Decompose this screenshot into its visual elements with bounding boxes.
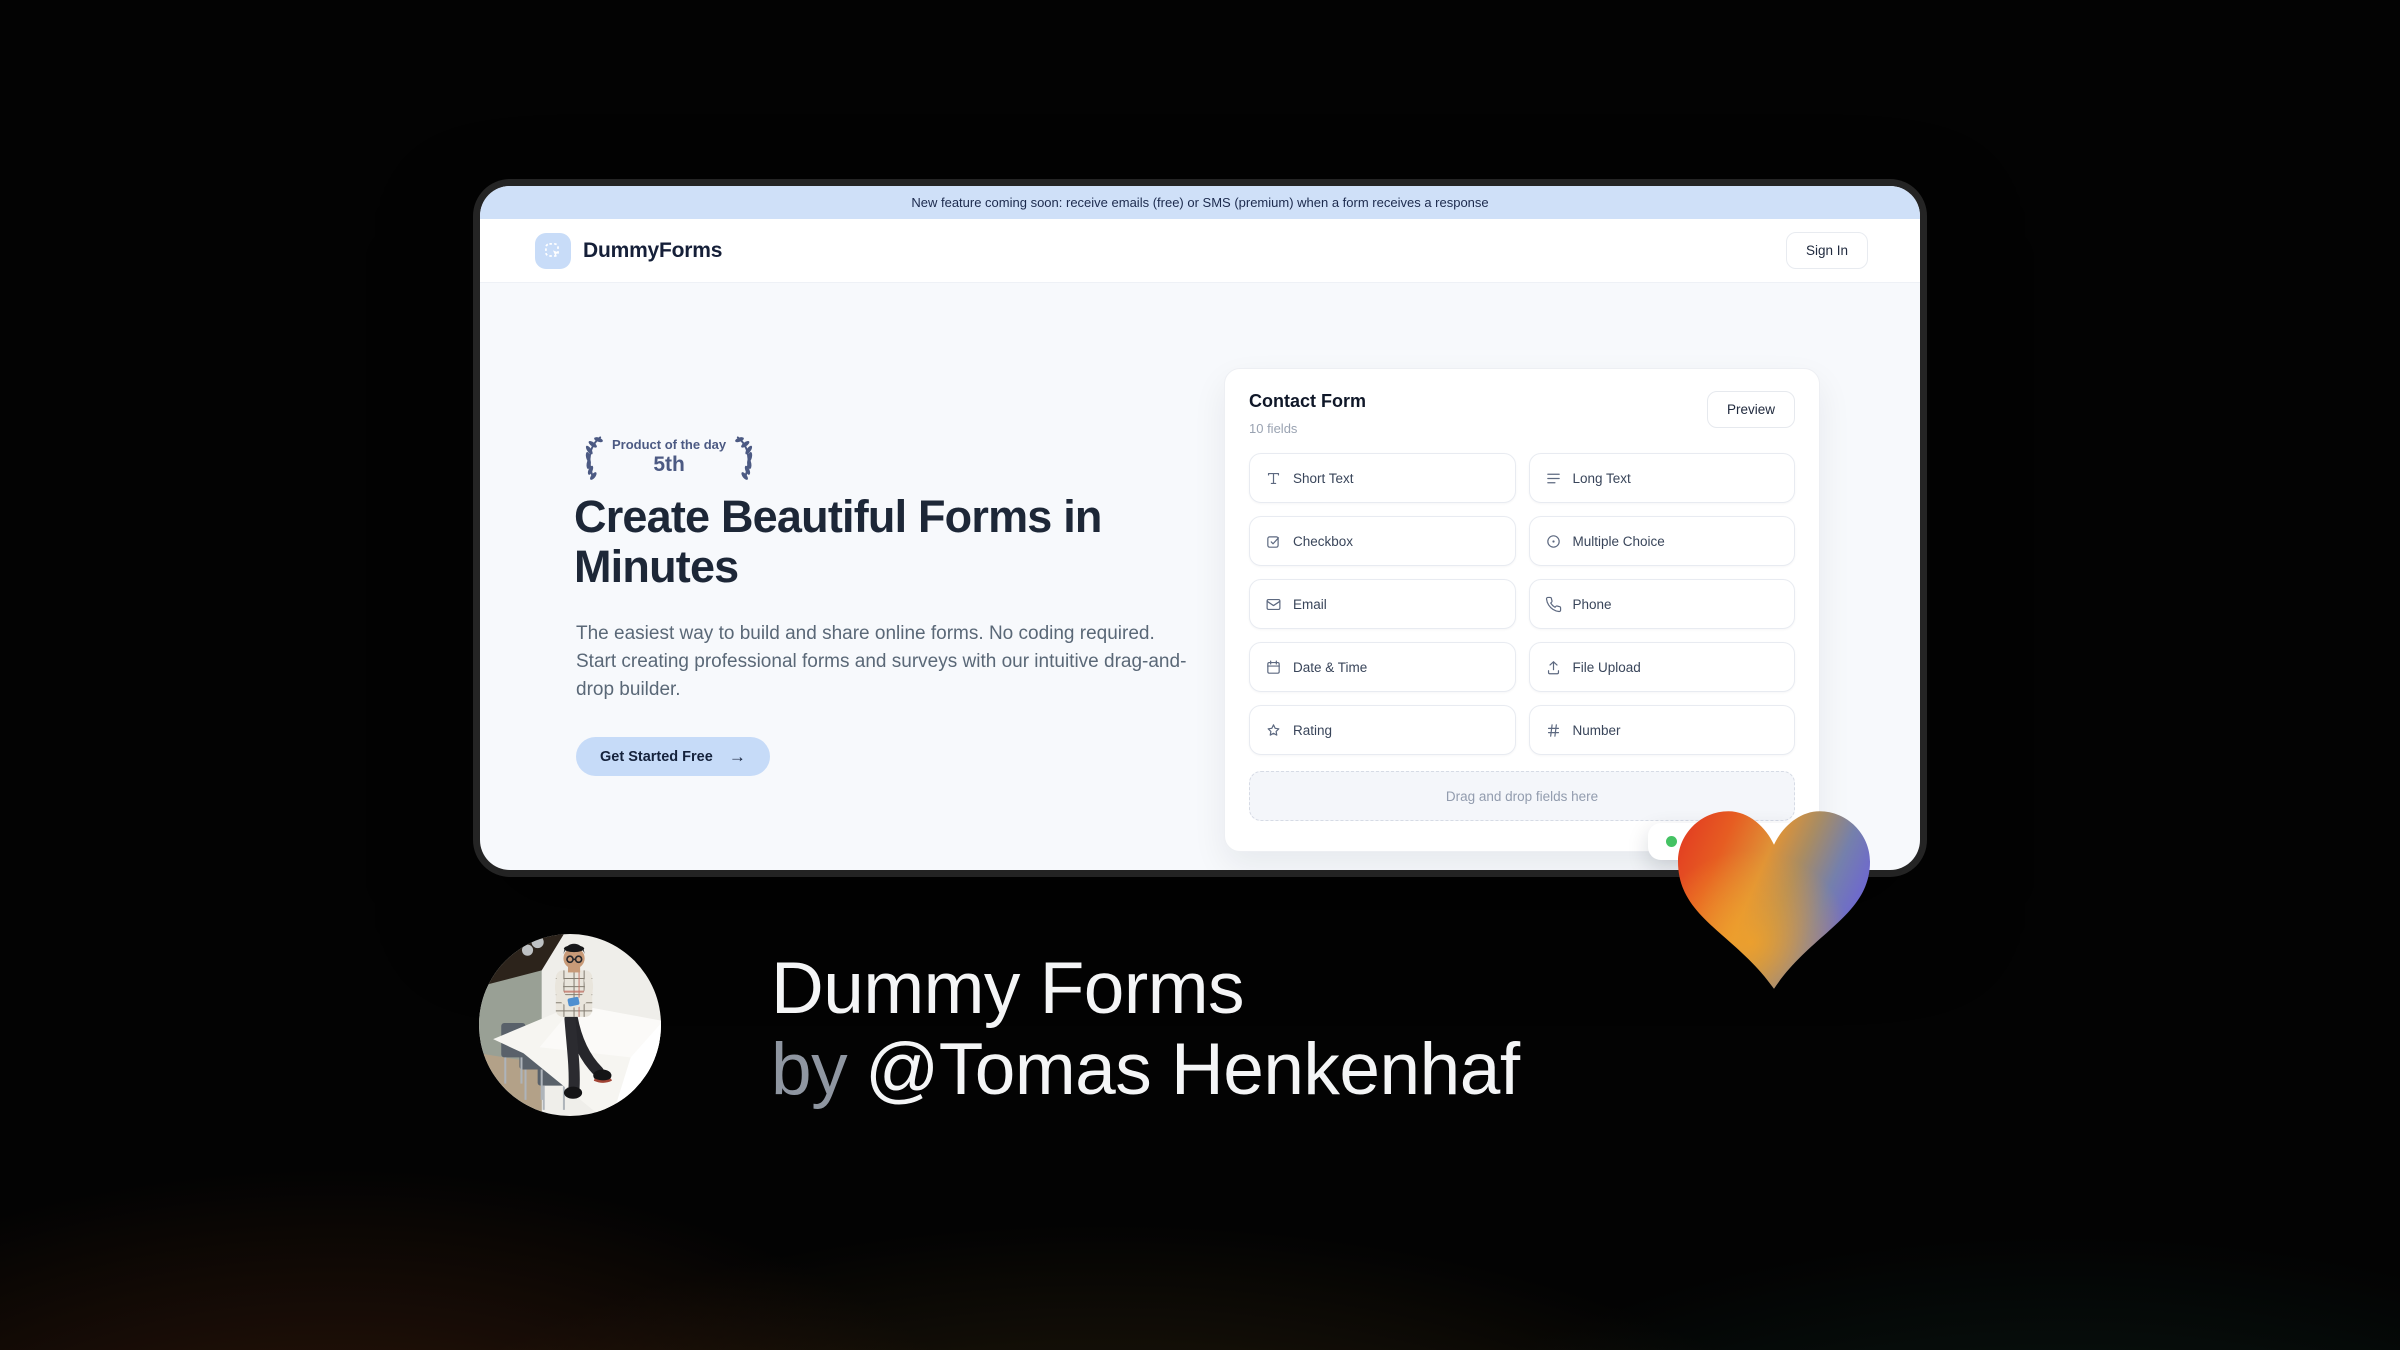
checkbox-icon [1267, 535, 1280, 548]
field-label: Short Text [1293, 470, 1354, 486]
upload-icon [1547, 660, 1559, 674]
hash-icon [1547, 723, 1559, 737]
caption-product-name: Dummy Forms [771, 948, 1245, 1029]
get-started-label: Get Started Free [600, 748, 713, 765]
field-type-short-text[interactable]: Short Text [1249, 453, 1516, 503]
envelope-icon [1266, 598, 1281, 610]
form-builder-card: Contact Form 10 fields Preview Short Tex… [1224, 368, 1820, 852]
gradient-heart-icon [1678, 811, 1870, 989]
announcement-banner: New feature coming soon: receive emails … [480, 186, 1920, 219]
award-rank: 5th [653, 453, 685, 476]
field-type-email[interactable]: Email [1249, 579, 1516, 629]
brand: DummyForms [535, 232, 723, 269]
dropzone-text: Drag and drop fields here [1445, 788, 1599, 804]
field-type-rating[interactable]: Rating [1249, 705, 1516, 755]
award-text: Product of the day 5th [612, 437, 726, 477]
field-label: Multiple Choice [1572, 533, 1665, 549]
hero-description: The easiest way to build and share onlin… [576, 623, 1187, 700]
sign-in-button[interactable]: Sign In [1785, 232, 1868, 269]
field-label: Long Text [1572, 470, 1631, 486]
field-type-long-text[interactable]: Long Text [1528, 453, 1795, 503]
field-label: Email [1293, 596, 1327, 612]
laurel-left-icon [585, 436, 603, 480]
type-icon [1267, 472, 1280, 484]
phone-icon [1545, 596, 1561, 612]
avatar-photo [479, 934, 661, 1116]
star-icon [1267, 723, 1280, 736]
align-left-icon [1546, 473, 1560, 483]
field-label: File Upload [1572, 659, 1641, 675]
field-label: Number [1572, 722, 1621, 738]
hero-heading: Create Beautiful Forms in Minutes [574, 491, 1102, 592]
browser-window: New feature coming soon: receive emails … [480, 186, 1920, 870]
field-label: Rating [1293, 722, 1333, 738]
author-avatar [479, 934, 661, 1116]
announcement-text: New feature coming soon: receive emails … [911, 195, 1489, 210]
field-type-multiple-choice[interactable]: Multiple Choice [1528, 516, 1795, 566]
dummyforms-logo-icon [535, 232, 571, 269]
calendar-icon [1267, 660, 1280, 674]
field-type-phone[interactable]: Phone [1528, 579, 1795, 629]
award-title: Product of the day [612, 437, 727, 452]
app-header: DummyForms Sign In [480, 219, 1920, 283]
caption: Dummy Forms by @Tomas Henkenhaf [771, 948, 1520, 1110]
form-title: Contact Form [1249, 391, 1366, 411]
field-label: Phone [1572, 596, 1612, 612]
field-type-date-time[interactable]: Date & Time [1249, 642, 1516, 692]
caption-author: @Tomas Henkenhaf [865, 1029, 1520, 1110]
preview-button[interactable]: Preview [1706, 391, 1795, 428]
arrow-right-icon: → [728, 746, 746, 766]
field-type-number[interactable]: Number [1528, 705, 1795, 755]
field-type-grid: Short Text Long Text Checkbox Multiple C… [1249, 453, 1795, 755]
get-started-button[interactable]: Get Started Free → [576, 737, 770, 776]
live-status-dot-icon [1666, 836, 1677, 847]
brand-name: DummyForms [583, 238, 723, 262]
form-meta: Contact Form 10 fields [1249, 391, 1366, 436]
product-of-the-day-badge: Product of the day 5th [576, 431, 762, 483]
radio-icon [1546, 534, 1560, 548]
form-field-count: 10 fields [1249, 421, 1298, 436]
laurel-right-icon [735, 436, 753, 480]
field-type-file-upload[interactable]: File Upload [1528, 642, 1795, 692]
caption-by-label: by [771, 1029, 848, 1110]
field-label: Date & Time [1293, 659, 1368, 675]
caption-byline: by @Tomas Henkenhaf [771, 1029, 1520, 1110]
field-type-checkbox[interactable]: Checkbox [1249, 516, 1516, 566]
field-label: Checkbox [1293, 533, 1354, 549]
